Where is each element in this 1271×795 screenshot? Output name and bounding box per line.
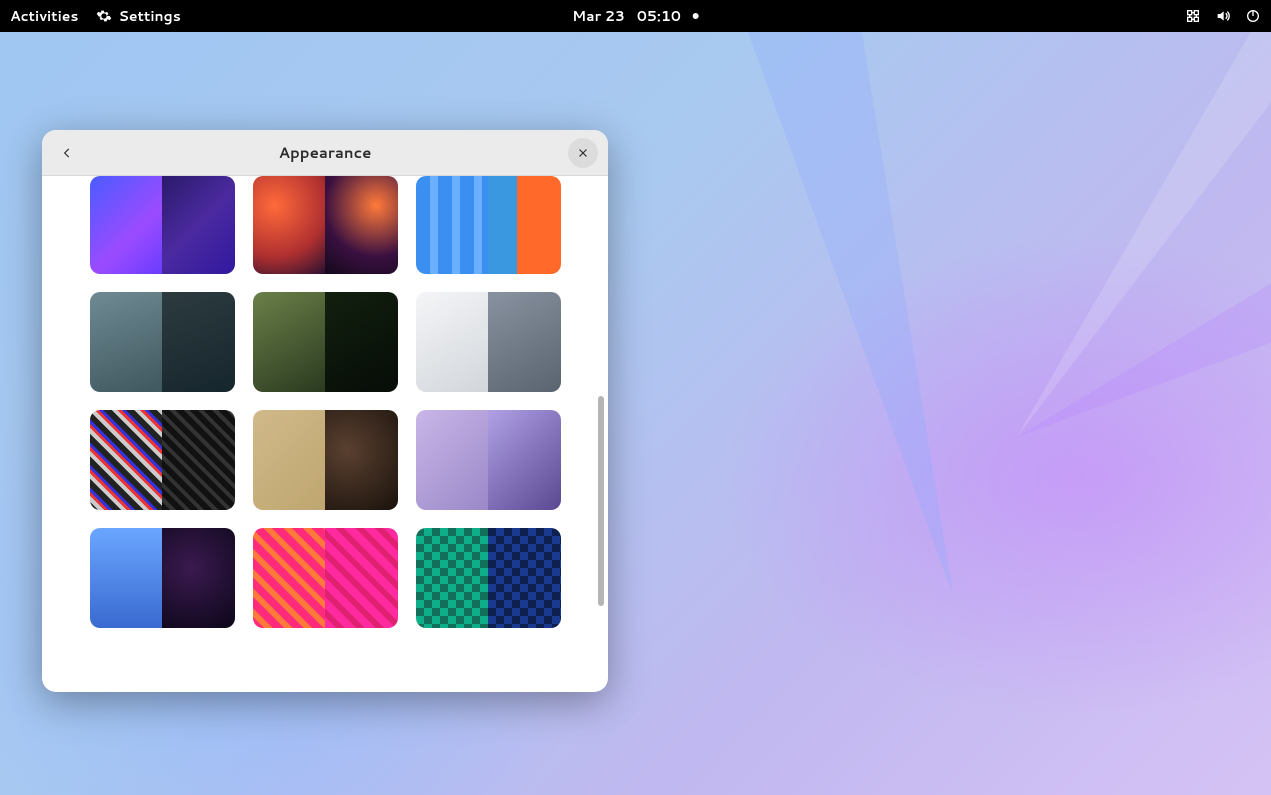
app-menu-settings[interactable]: Settings — [96, 6, 180, 26]
wallpaper-option[interactable] — [416, 410, 561, 510]
appearance-content — [42, 176, 608, 692]
wallpaper-grid — [72, 176, 578, 628]
desktop-background: Activities Settings Mar 23 05:10 Appeara… — [0, 0, 1271, 795]
panel-time: 05:10 — [637, 6, 681, 26]
chevron-left-icon — [60, 146, 74, 160]
wallpaper-option[interactable] — [253, 176, 398, 274]
window-titlebar: Appearance — [42, 130, 608, 176]
top-panel: Activities Settings Mar 23 05:10 — [0, 0, 1271, 32]
power-icon — [1245, 8, 1261, 24]
close-button[interactable] — [568, 138, 598, 168]
clock-area[interactable]: Mar 23 05:10 — [572, 6, 699, 26]
gear-icon — [96, 8, 112, 24]
wallpaper-option[interactable] — [90, 176, 235, 274]
wallpaper-option[interactable] — [90, 292, 235, 392]
wallpaper-option[interactable] — [416, 176, 561, 274]
wallpaper-option[interactable] — [253, 292, 398, 392]
wallpaper-option[interactable] — [253, 410, 398, 510]
wallpaper-option[interactable] — [90, 528, 235, 628]
window-title: Appearance — [279, 142, 372, 163]
system-status-area[interactable] — [1185, 8, 1261, 24]
scrollbar[interactable] — [598, 176, 604, 692]
back-button[interactable] — [52, 138, 82, 168]
app-menu-label: Settings — [118, 6, 180, 26]
wallpaper-option[interactable] — [416, 528, 561, 628]
volume-icon — [1215, 8, 1231, 24]
wallpaper-option[interactable] — [90, 410, 235, 510]
wallpaper-option[interactable] — [253, 528, 398, 628]
close-icon — [576, 146, 590, 160]
scrollbar-thumb[interactable] — [598, 396, 604, 606]
notification-dot-icon — [693, 13, 699, 19]
panel-date: Mar 23 — [572, 6, 625, 26]
wallpaper-option[interactable] — [416, 292, 561, 392]
settings-window: Appearance — [42, 130, 608, 692]
activities-button[interactable]: Activities — [10, 6, 78, 26]
network-icon — [1185, 8, 1201, 24]
